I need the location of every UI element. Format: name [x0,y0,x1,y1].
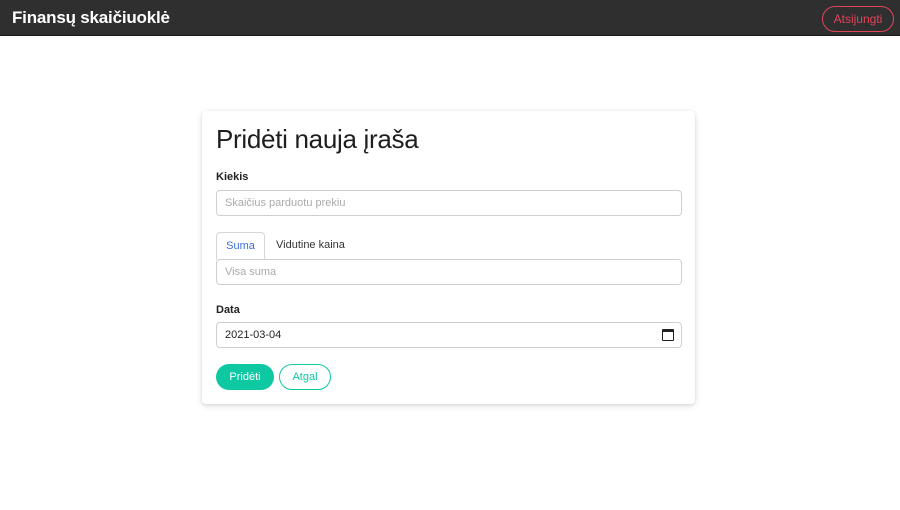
calendar-icon[interactable] [662,329,674,341]
app-brand[interactable]: Finansų skaičiuoklė [12,8,170,28]
quantity-input[interactable]: Skaičius parduotu prekiu [216,190,682,216]
quantity-label: Kiekis [216,171,249,183]
date-input[interactable]: 2021-03-04 [216,322,682,348]
add-entry-card: Pridėti nauja įraša Kiekis Skaičius pard… [202,111,695,404]
add-button[interactable]: Pridėti [216,364,274,390]
logout-button[interactable]: Atsijungti [822,6,894,32]
total-amount-input[interactable]: Visa suma [216,259,682,285]
top-navbar: Finansų skaičiuoklė Atsijungti [0,0,900,36]
date-value: 2021-03-04 [225,329,282,341]
tab-suma[interactable]: Suma [216,232,265,260]
tab-vidutine-kaina[interactable]: Vidutine kaina [276,232,376,260]
back-button[interactable]: Atgal [279,364,331,390]
amount-mode-tabs: Suma Vidutine kaina [216,232,682,260]
page-title: Pridėti nauja įraša [216,124,419,154]
date-label: Data [216,304,240,316]
